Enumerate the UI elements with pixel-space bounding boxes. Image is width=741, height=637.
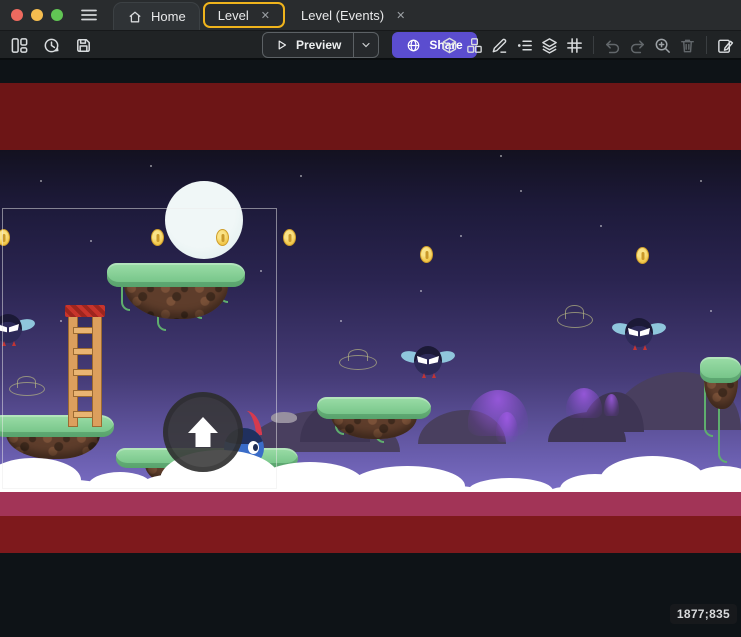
chevron-down-icon [360,39,372,51]
ufo-outline [9,382,45,396]
scene-canvas[interactable]: 1877;835 [0,60,741,637]
background-red-band [0,83,741,150]
island-platform-sprite[interactable] [700,357,741,415]
arrow-up-icon [181,410,225,454]
coin-sprite[interactable] [216,229,229,246]
ladder-rung [73,369,97,376]
pencil-icon[interactable] [488,34,511,57]
cursor-coordinates-badge: 1877;835 [670,604,737,624]
tab-label: Level [218,8,249,23]
star [600,225,602,227]
star [420,290,422,292]
grid-icon[interactable] [563,34,586,57]
island-grass [107,263,245,287]
redo-icon[interactable] [626,34,649,57]
moon-sprite[interactable] [165,181,243,259]
star [60,320,62,322]
coin-sprite[interactable] [636,247,649,264]
star [710,310,712,312]
bat-enemy-sprite[interactable] [401,343,455,379]
star [700,180,702,182]
ladder-rung [73,327,97,334]
close-tab-icon[interactable]: ✕ [392,9,405,22]
undo-icon[interactable] [601,34,624,57]
tab-label: Home [151,9,186,24]
island-grass [700,357,741,383]
star [340,320,342,322]
ground-crimson-band [0,492,741,516]
star [300,175,302,177]
zoom-in-icon[interactable] [651,34,674,57]
star [40,180,42,182]
player-eye [248,441,259,454]
panels-icon[interactable] [8,34,31,57]
star [520,190,522,192]
ufo-dome [565,305,584,318]
tab-home[interactable]: Home [113,2,200,30]
home-icon [127,9,143,25]
ladder-rung [73,411,97,418]
objects-cube-icon[interactable] [438,34,461,57]
history-icon[interactable] [40,34,63,57]
tab-level[interactable]: Level ✕ [203,2,285,28]
trash-icon[interactable] [676,34,699,57]
preview-button[interactable]: Preview [262,32,379,58]
bat-enemy-sprite[interactable] [612,315,666,351]
zoom-window-button[interactable] [51,9,63,21]
toolbar-separator [706,36,707,54]
layers-icon[interactable] [538,34,561,57]
toolbar: Preview Share [0,30,741,60]
ladder-rung [73,390,97,397]
play-icon [275,38,289,52]
coin-sprite[interactable] [151,229,164,246]
bat-enemy-sprite[interactable] [0,311,35,347]
object-groups-icon[interactable] [463,34,486,57]
ufo-dome [348,349,368,361]
minimize-window-button[interactable] [31,9,43,21]
coin-sprite[interactable] [420,246,433,263]
stone-prop [271,412,297,423]
preview-dropdown-button[interactable] [353,33,378,57]
toolbar-left-group [8,31,95,59]
tab-bar: Home Level ✕ Level (Events) ✕ [113,0,418,30]
star [460,235,462,237]
star [150,165,152,167]
ufo-dome [17,376,36,387]
star [260,270,262,272]
ladder-top-cap [65,305,105,317]
island-platform-sprite[interactable] [317,397,431,445]
tab-label: Level (Events) [301,8,384,23]
toolbar-separator [593,36,594,54]
ladder-rung [73,348,97,355]
tab-level-events[interactable]: Level (Events) ✕ [288,0,418,30]
ufo-outline [557,312,593,328]
close-window-button[interactable] [11,9,23,21]
island-platform-sprite[interactable] [107,263,245,325]
jump-button-sprite[interactable] [163,392,243,472]
star [500,155,502,157]
hamburger-menu-icon[interactable] [79,5,99,25]
island-grass [317,397,431,419]
save-icon[interactable] [72,34,95,57]
ladder-sprite[interactable] [67,305,103,427]
ground-darkred-band [0,516,741,553]
traffic-lights [11,9,63,21]
close-tab-icon[interactable]: ✕ [257,9,270,22]
title-bar: Home Level ✕ Level (Events) ✕ [0,0,741,30]
toolbar-right-group [438,31,737,59]
coin-sprite[interactable] [283,229,296,246]
ufo-outline [339,355,377,370]
app-window: Home Level ✕ Level (Events) ✕ [0,0,741,637]
cursor-coordinates: 1877;835 [677,607,730,621]
instances-list-icon[interactable] [513,34,536,57]
star [90,240,92,242]
preview-label: Preview [296,38,341,52]
globe-icon [406,38,421,53]
edit-properties-icon[interactable] [714,34,737,57]
